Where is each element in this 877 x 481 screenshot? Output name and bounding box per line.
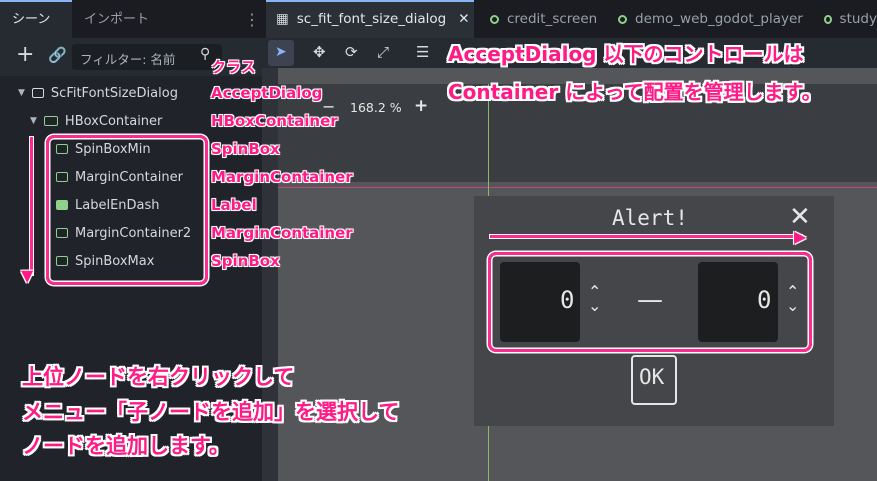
annotation-class: Label <box>211 196 257 214</box>
tab-credit-screen[interactable]: credit_screen <box>490 0 597 38</box>
zoom-in-button[interactable]: + <box>414 96 428 116</box>
tab-label: sc_fit_font_size_dialog <box>296 11 447 27</box>
annotation-class: MarginContainer <box>211 224 353 242</box>
annotation-class: HBoxContainer <box>211 112 338 130</box>
annotation-top-right-line2: Container によって配置を管理します。 <box>448 80 822 104</box>
tab-label: demo_web_godot_player <box>635 11 803 27</box>
tab-label: credit_screen <box>507 11 598 27</box>
tree-item-label: ScFitFontSizeDialog <box>50 85 178 101</box>
annotation-tree-box <box>46 135 208 285</box>
search-icon[interactable]: ⚲ <box>200 46 210 62</box>
annotation-bottom-line1: 上位ノードを右クリックして <box>22 365 295 389</box>
ok-button-label: OK <box>639 365 665 389</box>
annotation-class: AcceptDialog <box>211 84 323 102</box>
hbox-icon <box>43 116 58 126</box>
dialog-icon <box>31 88 44 98</box>
tree-item-root[interactable]: ▼ ScFitFontSizeDialog <box>18 79 218 107</box>
zoom-level[interactable]: 168.2 % <box>350 100 402 115</box>
dialog-title: Alert! <box>612 206 688 230</box>
tab-active[interactable]: ▦ sc_fit_font_size_dialog ✕ <box>276 0 470 38</box>
annotation-arrow-right-shaft <box>490 235 802 238</box>
tab-demo-web-godot-player[interactable]: demo_web_godot_player <box>618 0 803 38</box>
scale-icon[interactable]: ⤢ <box>377 43 389 61</box>
tree-item-label: HBoxContainer <box>64 113 163 129</box>
tree-item-hbox[interactable]: ▼ HBoxContainer <box>18 107 218 135</box>
tab-study[interactable]: study <box>824 0 877 38</box>
annotation-class: SpinBox <box>211 140 280 158</box>
list-icon[interactable]: ☰ <box>416 43 429 61</box>
scene-dot-icon <box>824 14 832 24</box>
annotation-arrow-right-icon: ▶ <box>794 227 807 246</box>
annotation-arrow-down-icon: ▼ <box>21 266 34 285</box>
annotation-bottom-line2: メニュー「子ノードを追加」を選択して <box>22 400 400 424</box>
annotation-top-right-line1: AcceptDialog 以下のコントロールは <box>448 42 804 66</box>
move-icon[interactable]: ✥ <box>313 43 326 61</box>
tab-label: study <box>839 11 877 27</box>
collapse-arrow-icon[interactable]: ▼ <box>30 116 37 126</box>
scene-dot-icon <box>618 14 627 24</box>
annotation-bottom-line3: ノードを追加します。 <box>22 434 230 458</box>
tab-scene-label[interactable]: シーン <box>12 8 50 27</box>
collapse-arrow-icon[interactable]: ▼ <box>18 88 25 98</box>
annotation-class-header: クラス <box>211 58 256 76</box>
add-node-icon[interactable]: + <box>16 42 34 67</box>
scene-dot-icon <box>490 14 499 24</box>
annotation-class: SpinBox <box>211 252 280 270</box>
pointer-icon: ➤ <box>275 44 287 60</box>
scene-icon: ▦ <box>276 11 289 27</box>
close-tab-icon[interactable]: ✕ <box>458 11 469 27</box>
guide-horizontal <box>278 187 877 188</box>
tab-import-label[interactable]: インポート <box>84 8 149 27</box>
dock-menu-icon[interactable]: ⋮ <box>244 10 260 29</box>
annotation-hbox-box <box>488 252 812 352</box>
annotation-class: MarginContainer <box>211 168 353 186</box>
link-icon[interactable]: 🔗 <box>48 46 67 64</box>
rotate-icon[interactable]: ⟳ <box>345 43 358 61</box>
annotation-arrow-shaft <box>30 137 33 275</box>
